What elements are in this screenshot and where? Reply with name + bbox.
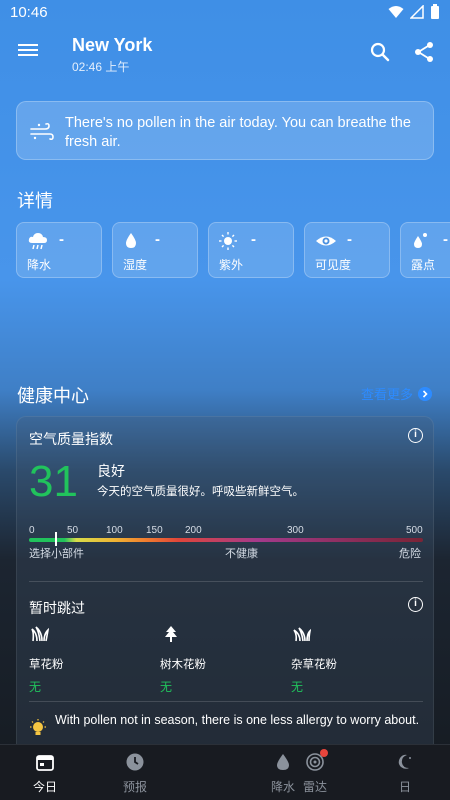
divider — [29, 701, 423, 702]
pollen-value: 无 — [29, 680, 42, 694]
aqi-scale-bar — [29, 538, 423, 542]
aqi-caption-left: 选择小部件 — [29, 548, 84, 560]
detail-card-dew-point[interactable]: - 露点 — [400, 222, 450, 278]
aqi-level: 良好 — [97, 463, 125, 479]
weed-icon — [293, 627, 312, 642]
status-time: 10:46 — [10, 4, 48, 21]
pollen-item-grass: 草花粉 无 — [29, 625, 139, 695]
nav-label: 今日 — [32, 780, 57, 794]
aqi-caption-mid: 不健康 — [225, 548, 258, 560]
lightbulb-icon — [30, 719, 46, 735]
menu-button[interactable] — [16, 41, 40, 63]
calendar-icon — [36, 755, 54, 771]
search-icon[interactable] — [368, 40, 392, 64]
pollen-value: 无 — [160, 680, 173, 694]
bottom-nav: 今日 预报 降水 雷达 日 — [0, 744, 450, 800]
wind-icon — [30, 122, 54, 141]
dew-point-icon — [414, 233, 427, 248]
eye-icon — [316, 236, 336, 246]
nav-forecast[interactable]: 预报 — [90, 745, 180, 800]
humidity-value: - — [155, 231, 160, 248]
precipitation-label: 降水 — [27, 258, 52, 272]
pollen-banner[interactable]: There's no pollen in the air today. You … — [16, 101, 434, 160]
detail-card-humidity[interactable]: - 湿度 — [112, 222, 198, 278]
aqi-scale-label: 0 — [29, 525, 35, 536]
detail-card-visibility[interactable]: - 可见度 — [304, 222, 390, 278]
app-bar: New York 02:46 上午 — [0, 26, 450, 82]
see-more-link[interactable]: 查看更多 — [361, 384, 432, 403]
divider — [29, 581, 423, 582]
aqi-description: 今天的空气质量很好。呼吸些新鲜空气。 — [97, 486, 304, 498]
info-icon[interactable]: i — [408, 428, 423, 443]
see-more-label: 查看更多 — [360, 387, 413, 402]
detail-card-uv[interactable]: - 紫外 — [208, 222, 294, 278]
nav-label: 雷达 — [302, 780, 327, 794]
pollen-name: 树木花粉 — [160, 659, 206, 671]
local-time: 02:46 上午 — [72, 60, 130, 74]
nav-sun-moon[interactable]: 日 — [360, 745, 450, 800]
humidity-label: 湿度 — [123, 258, 148, 272]
aqi-scale-label: 100 — [106, 525, 123, 536]
uv-label: 紫外 — [219, 258, 244, 272]
details-title: 详情 — [17, 191, 53, 211]
pollen-name: 杂草花粉 — [291, 659, 337, 671]
aqi-caption-right: 危险 — [399, 548, 421, 560]
visibility-label: 可见度 — [315, 258, 352, 272]
city-name[interactable]: New York — [72, 35, 152, 56]
uv-value: - — [251, 231, 256, 248]
clock-icon — [126, 753, 144, 771]
pollen-item-weed: 杂草花粉 无 — [291, 625, 401, 695]
status-icons — [388, 4, 440, 20]
menu-icon — [18, 44, 38, 46]
moon-icon — [398, 754, 411, 769]
droplet-icon — [126, 233, 136, 248]
pollen-name: 草花粉 — [29, 659, 64, 671]
aqi-scale-label: 500 — [406, 525, 423, 536]
aqi-scale-label: 150 — [146, 525, 163, 536]
grass-icon — [31, 626, 50, 642]
dew-point-label: 露点 — [411, 258, 436, 272]
nav-label: 日 — [398, 780, 411, 794]
pollen-tip: With pollen not in season, there is one … — [55, 713, 420, 727]
detail-card-precipitation[interactable]: - 降水 — [16, 222, 102, 278]
rain-cloud-icon — [28, 233, 47, 250]
pollen-item-tree: 树木花粉 无 — [160, 625, 270, 695]
sun-icon — [219, 232, 237, 250]
status-bar: 10:46 — [0, 0, 450, 26]
visibility-value: - — [347, 231, 352, 248]
tree-icon — [165, 626, 177, 642]
nav-radar[interactable]: 雷达 — [270, 745, 360, 800]
health-card: 空气质量指数 i 31 良好 今天的空气质量很好。呼吸些新鲜空气。 0 50 1… — [16, 416, 434, 756]
wifi-icon — [388, 6, 404, 18]
nav-today[interactable]: 今日 — [0, 745, 90, 800]
health-center-title: 健康中心 — [17, 386, 89, 406]
signal-icon — [410, 5, 424, 19]
pollen-value: 无 — [291, 680, 304, 694]
aqi-title: 空气质量指数 — [29, 431, 113, 447]
aqi-scale-label: 200 — [185, 525, 202, 536]
battery-icon — [431, 4, 439, 19]
aqi-scale-label: 50 — [67, 525, 79, 536]
pollen-section-title: 暂时跳过 — [29, 600, 85, 616]
share-icon[interactable] — [412, 40, 436, 64]
details-row[interactable]: - 降水 - 湿度 - 紫外 - 可见度 - 露点 — [16, 222, 450, 278]
dew-point-value: - — [443, 231, 448, 248]
aqi-value: 31 — [29, 457, 78, 506]
chevron-right-icon — [418, 386, 432, 401]
nav-label: 预报 — [122, 780, 147, 794]
pollen-banner-text: There's no pollen in the air today. You … — [65, 115, 411, 150]
precipitation-value: - — [59, 231, 64, 248]
aqi-scale-marker — [55, 532, 57, 546]
aqi-scale-label: 300 — [287, 525, 304, 536]
info-icon[interactable]: i — [408, 597, 423, 612]
radar-notification-dot — [320, 749, 328, 757]
